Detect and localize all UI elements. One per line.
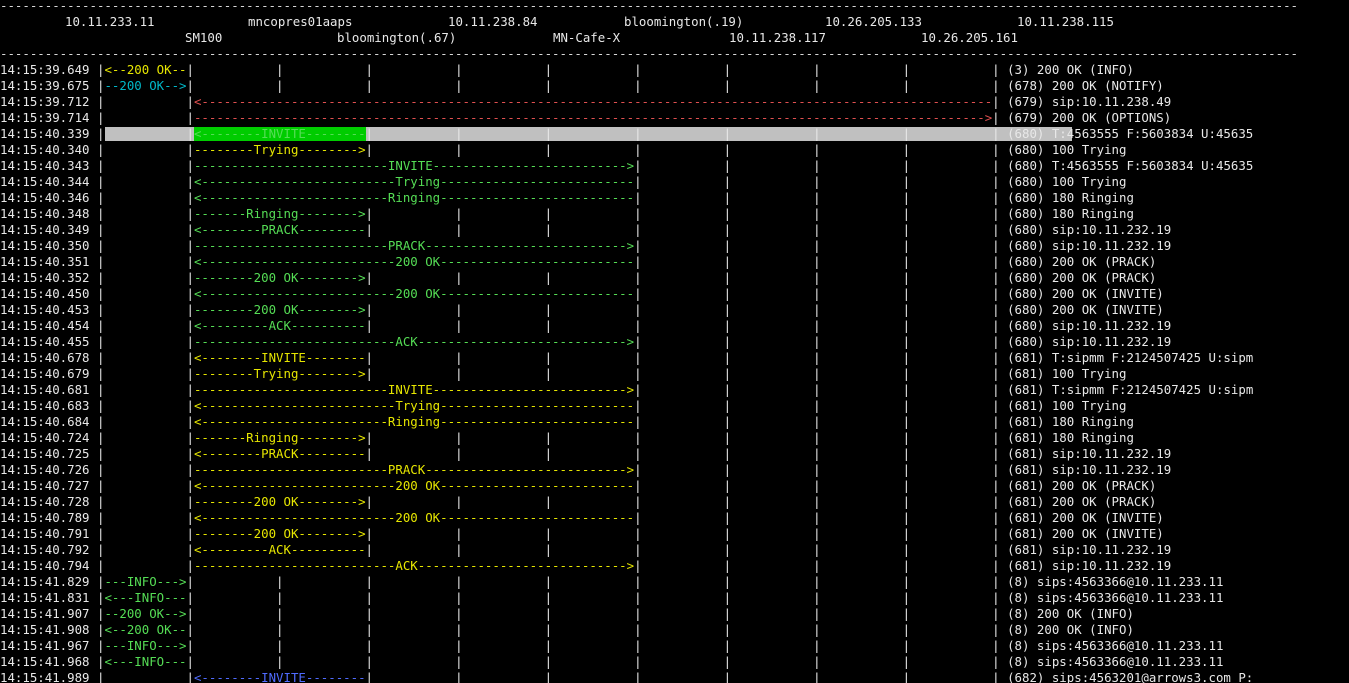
ladder-row[interactable]: 14:15:39.712 | |<-----------------------… [0,94,1349,110]
ladder-row-text: 14:15:40.789 | |<-----------------------… [0,510,1164,525]
host-label: 10.26.205.161 [921,30,1018,45]
ladder-row[interactable]: 14:15:40.351 | |<-----------------------… [0,254,1349,270]
ladder-row-text: 14:15:40.454 | |<---------ACK----------|… [0,318,1172,333]
ladder-row[interactable]: 14:15:39.714 | |------------------------… [0,110,1349,126]
ladder-row[interactable]: 14:15:41.989 | |<--------INVITE--------|… [0,670,1349,683]
ladder-row[interactable]: 14:15:40.678 | |<--------INVITE--------|… [0,350,1349,366]
ladder-row[interactable]: 14:15:40.683 | |<-----------------------… [0,398,1349,414]
ladder-row[interactable]: 14:15:40.794 | |------------------------… [0,558,1349,574]
host-label: 10.11.238.115 [1017,14,1114,29]
ladder-row[interactable]: 14:15:40.455 | |------------------------… [0,334,1349,350]
ladder-row-text: 14:15:40.727 | |<-----------------------… [0,478,1157,493]
ladder-row[interactable]: 14:15:40.344 | |<-----------------------… [0,174,1349,190]
host-label: bloomington(.67) [337,30,457,45]
ladder-row-text: 14:15:40.684 | |<-----------------------… [0,414,1134,429]
ladder-row[interactable]: 14:15:39.675 |--200 OK-->| | | | | | | |… [0,78,1349,94]
ladder-row-text: 14:15:41.968 |<---INFO---| | | | | | | |… [0,654,1224,669]
ladder-row[interactable]: 14:15:40.726 | |------------------------… [0,462,1349,478]
host-label: 10.11.233.11 [65,14,155,29]
ladder-row-text: 14:15:40.343 | |------------------------… [0,158,1254,173]
ladder-row[interactable]: 14:15:40.339 | |<--------INVITE--------|… [0,126,1349,142]
ladder-row[interactable]: 14:15:40.792 | |<---------ACK----------|… [0,542,1349,558]
ladder-row[interactable]: 14:15:40.450 | |<-----------------------… [0,286,1349,302]
ladder-row-text: 14:15:40.791 | |--------200 OK-------->|… [0,526,1164,541]
ladder-row[interactable]: 14:15:40.791 | |--------200 OK-------->|… [0,526,1349,542]
ladder-row-text: 14:15:40.724 | |-------Ringing-------->|… [0,430,1134,445]
ladder-row-text: 14:15:40.725 | |<--------PRACK---------|… [0,446,1172,461]
ladder-row[interactable]: 14:15:41.967 |---INFO--->| | | | | | | |… [0,638,1349,654]
ladder-row[interactable]: 14:15:40.684 | |<-----------------------… [0,414,1349,430]
ladder-row[interactable]: 14:15:40.340 | |--------Trying-------->|… [0,142,1349,158]
ladder-row[interactable]: 14:15:40.724 | |-------Ringing-------->|… [0,430,1349,446]
host-label: bloomington(.19) [624,14,744,29]
ladder-row-text: 14:15:40.678 | |<--------INVITE--------|… [0,350,1254,365]
separator-line: ----------------------------------------… [0,0,1299,13]
ladder-row[interactable]: 14:15:40.346 | |<-----------------------… [0,190,1349,206]
ladder-row-text: 14:15:41.831 |<---INFO---| | | | | | | |… [0,590,1224,605]
ladder-row-text: 14:15:40.349 | |<--------PRACK---------|… [0,222,1172,237]
ladder-row-text: 14:15:40.339 | |<--------INVITE--------|… [0,126,1254,141]
sip-ladder-terminal[interactable]: 10.11.233.11 mncopres01aaps 10.11.238.84… [0,0,1349,683]
host-label: mncopres01aaps [248,14,353,29]
ladder-row-text: 14:15:39.714 | |------------------------… [0,110,1172,125]
host-label: MN-Cafe-X [553,30,621,45]
ladder-row[interactable]: 14:15:41.908 |<--200 OK--| | | | | | | |… [0,622,1349,638]
ladder-row[interactable]: 14:15:40.679 | |--------Trying-------->|… [0,366,1349,382]
ladder-row-text: 14:15:39.712 | |<-----------------------… [0,94,1172,109]
ladder-row[interactable]: 14:15:40.348 | |-------Ringing-------->|… [0,206,1349,222]
ladder-row[interactable]: 14:15:40.350 | |------------------------… [0,238,1349,254]
ladder-row-text: 14:15:40.348 | |-------Ringing-------->|… [0,206,1134,221]
ladder-row[interactable]: 14:15:41.968 |<---INFO---| | | | | | | |… [0,654,1349,670]
separator-line: ----------------------------------------… [0,46,1299,61]
host-label: SM100 [185,30,223,45]
ladder-row-text: 14:15:41.967 |---INFO--->| | | | | | | |… [0,638,1224,653]
ladder-row-text: 14:15:40.340 | |--------Trying-------->|… [0,142,1127,157]
ladder-row-text: 14:15:41.829 |---INFO--->| | | | | | | |… [0,574,1224,589]
ladder-row[interactable]: 14:15:40.352 | |--------200 OK-------->|… [0,270,1349,286]
ladder-row-text: 14:15:40.792 | |<---------ACK----------|… [0,542,1172,557]
ladder-row-text: 14:15:40.794 | |------------------------… [0,558,1172,573]
ladder-row-text: 14:15:40.351 | |<-----------------------… [0,254,1157,269]
ladder-row-text: 14:15:41.907 |--200 OK-->| | | | | | | |… [0,606,1134,621]
ladder-row[interactable]: 14:15:40.681 | |------------------------… [0,382,1349,398]
ladder-row-text: 14:15:40.679 | |--------Trying-------->|… [0,366,1127,381]
ladder-row-text: 14:15:39.675 |--200 OK-->| | | | | | | |… [0,78,1164,93]
ladder-row-text: 14:15:40.728 | |--------200 OK-------->|… [0,494,1157,509]
ladder-row[interactable]: 14:15:40.453 | |--------200 OK-------->|… [0,302,1349,318]
ladder-row[interactable]: 14:15:40.349 | |<--------PRACK---------|… [0,222,1349,238]
ladder-row-text: 14:15:40.453 | |--------200 OK-------->|… [0,302,1164,317]
ladder-row[interactable]: 14:15:40.789 | |<-----------------------… [0,510,1349,526]
ladder-row[interactable]: 14:15:40.728 | |--------200 OK-------->|… [0,494,1349,510]
ladder-row[interactable]: 14:15:40.454 | |<---------ACK----------|… [0,318,1349,334]
ladder-row[interactable]: 14:15:40.727 | |<-----------------------… [0,478,1349,494]
ladder-row-text: 14:15:40.450 | |<-----------------------… [0,286,1164,301]
ladder-row[interactable]: 14:15:39.649 |<--200 OK--| | | | | | | |… [0,62,1349,78]
ladder-row-text: 14:15:41.989 | |<--------INVITE--------|… [0,670,1254,683]
ladder-row-text: 14:15:40.455 | |------------------------… [0,334,1172,349]
ladder-row-text: 14:15:40.344 | |<-----------------------… [0,174,1127,189]
ladder-row-text: 14:15:39.649 |<--200 OK--| | | | | | | |… [0,62,1134,77]
ladder-row-text: 14:15:40.683 | |<-----------------------… [0,398,1127,413]
ladder-row[interactable]: 14:15:40.343 | |------------------------… [0,158,1349,174]
host-label: 10.26.205.133 [825,14,922,29]
ladder-row-text: 14:15:40.346 | |<-----------------------… [0,190,1134,205]
ladder-row[interactable]: 14:15:41.829 |---INFO--->| | | | | | | |… [0,574,1349,590]
ladder-row-text: 14:15:40.350 | |------------------------… [0,238,1172,253]
ladder-row[interactable]: 14:15:41.907 |--200 OK-->| | | | | | | |… [0,606,1349,622]
ladder-row-text: 14:15:41.908 |<--200 OK--| | | | | | | |… [0,622,1134,637]
ladder-row-text: 14:15:40.681 | |------------------------… [0,382,1254,397]
ladder-row-text: 14:15:40.352 | |--------200 OK-------->|… [0,270,1157,285]
host-label: 10.11.238.84 [448,14,538,29]
ladder-row[interactable]: 14:15:41.831 |<---INFO---| | | | | | | |… [0,590,1349,606]
ladder-row[interactable]: 14:15:40.725 | |<--------PRACK---------|… [0,446,1349,462]
host-label: 10.11.238.117 [729,30,826,45]
ladder-row-text: 14:15:40.726 | |------------------------… [0,462,1172,477]
